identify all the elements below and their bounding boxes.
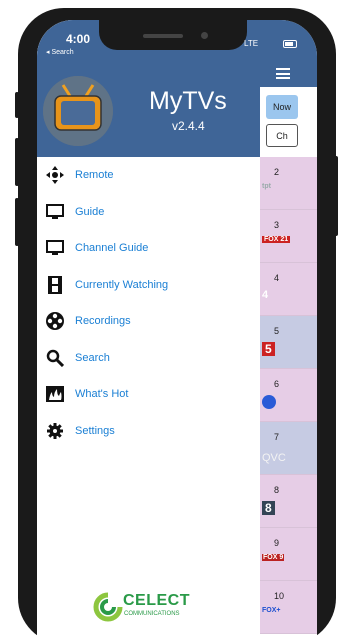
menu-item-whats-hot[interactable]: What's Hot <box>37 376 260 413</box>
channel-number: 9 <box>274 538 280 548</box>
volume-down-button <box>15 198 19 246</box>
menu-item-channel-guide[interactable]: Channel Guide <box>37 230 260 267</box>
menu-item-remote[interactable]: Remote <box>37 157 260 194</box>
status-time: 4:00 <box>66 32 91 46</box>
channel-number: 3 <box>274 220 280 230</box>
move-arrows-icon <box>45 165 65 185</box>
now-button[interactable]: Now <box>266 95 298 119</box>
app-version: v2.4.4 <box>172 119 205 133</box>
pbs-logo-icon <box>262 395 276 409</box>
tv-icon <box>45 238 65 258</box>
channel-row[interactable]: 5 5 <box>260 316 317 369</box>
channel-logo: FOX 9 <box>262 554 285 561</box>
channel-logo: QVC <box>262 452 286 464</box>
channel-row[interactable]: 9 FOX 9 <box>260 528 317 581</box>
menu-item-settings[interactable]: Settings <box>37 413 260 450</box>
menu-item-currently-watching[interactable]: Currently Watching <box>37 267 260 304</box>
channel-list: 2 tpt 3 FOX 21 4 4 5 5 6 7 QVC 8 8 9 FOX… <box>260 157 317 634</box>
channel-number: 5 <box>274 326 280 336</box>
brand-subtitle: COMMUNICATIONS <box>124 611 180 617</box>
menu-label: Recordings <box>75 315 131 328</box>
channel-row[interactable]: 7 QVC <box>260 422 317 475</box>
app-title: MyTVs <box>149 87 227 115</box>
channel-number: 8 <box>274 485 280 495</box>
menu-item-search[interactable]: Search <box>37 340 260 377</box>
menu-label: What's Hot <box>75 388 129 401</box>
side-drawer: 4:00 ◂ Search MyTVs v2.4.4 Remote Guide … <box>37 20 260 644</box>
app-logo <box>43 76 113 146</box>
network-status: LTE <box>244 39 259 48</box>
channel-logo: FOX+ <box>262 607 281 614</box>
film-reel-icon <box>45 311 65 331</box>
channel-logo: 5 <box>262 342 275 356</box>
menu-label: Search <box>75 351 110 364</box>
channel-number: 10 <box>274 591 285 601</box>
menu-label: Settings <box>75 424 115 437</box>
menu-label: Currently Watching <box>75 278 169 291</box>
brand-logo: CELECT COMMUNICATIONS <box>93 590 213 624</box>
channel-number: 2 <box>274 167 280 177</box>
brand-mark-icon <box>93 592 123 622</box>
channel-logo: tpt <box>262 183 271 190</box>
channel-row[interactable]: 6 <box>260 369 317 422</box>
channel-logo: 4 <box>262 289 269 301</box>
hamburger-menu-icon[interactable] <box>276 68 290 79</box>
guide-controls: Now Ch <box>260 87 317 157</box>
menu-item-recordings[interactable]: Recordings <box>37 303 260 340</box>
gear-icon <box>45 421 65 441</box>
mute-switch <box>15 92 19 118</box>
drawer-menu: Remote Guide Channel Guide Currently Wat… <box>37 157 260 449</box>
channel-logo: FOX 21 <box>262 236 291 243</box>
notch <box>99 20 247 50</box>
back-to-search-link[interactable]: ◂ Search <box>46 48 74 56</box>
menu-label: Remote <box>75 169 114 182</box>
battery-icon <box>283 40 297 48</box>
volume-up-button <box>15 138 19 186</box>
channel-number: 4 <box>274 273 280 283</box>
menu-item-guide[interactable]: Guide <box>37 194 260 231</box>
screen: LTE Now Ch 2 tpt 3 FOX 21 4 4 5 5 6 7 QV… <box>37 20 317 644</box>
channel-row[interactable]: 3 FOX 21 <box>260 210 317 263</box>
brand-name: CELECT <box>123 592 190 609</box>
film-strip-icon <box>45 275 65 295</box>
channel-logo: 8 <box>262 501 275 515</box>
magnifier-icon <box>45 348 65 368</box>
menu-label: Guide <box>75 205 105 218</box>
channel-row[interactable]: 8 8 <box>260 475 317 528</box>
flames-icon <box>45 384 65 404</box>
channel-row[interactable]: 10 FOX+ <box>260 581 317 634</box>
channel-number: 6 <box>274 379 280 389</box>
menu-label: Channel Guide <box>75 242 149 255</box>
channel-row[interactable]: 2 tpt <box>260 157 317 210</box>
channel-number: 7 <box>274 432 280 442</box>
tv-icon <box>45 202 65 222</box>
channel-row[interactable]: 4 4 <box>260 263 317 316</box>
channel-sort-button[interactable]: Ch <box>266 124 298 147</box>
power-button <box>334 156 338 236</box>
